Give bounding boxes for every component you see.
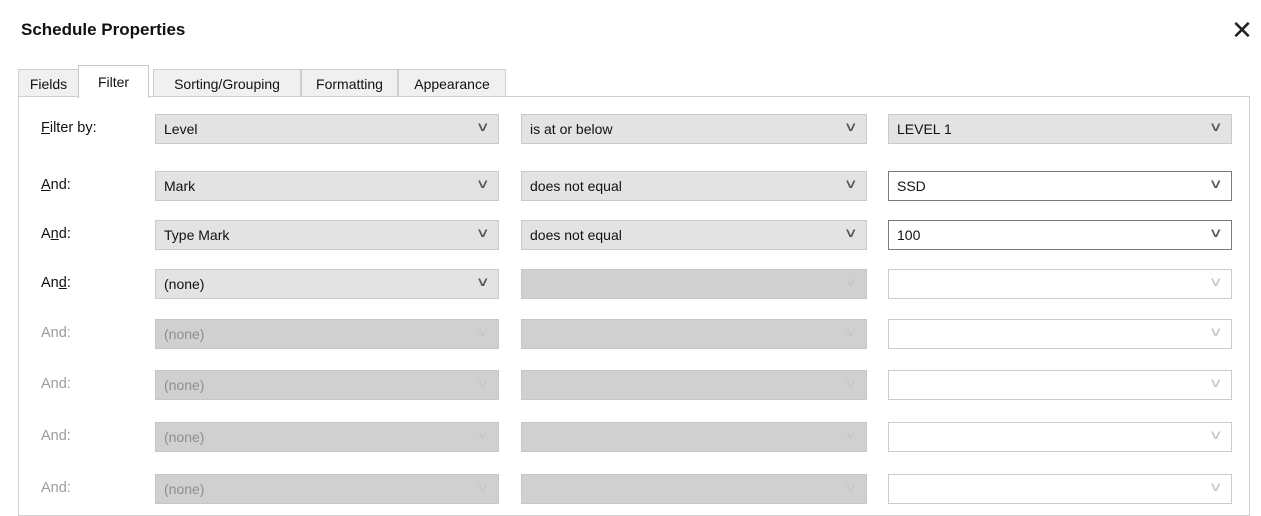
tab-fields[interactable]: Fields [18,69,79,97]
chevron-down-icon: ∨ [476,375,491,390]
chevron-down-icon: ∨ [844,324,859,339]
condition-dropdown[interactable]: does not equal ∨ [521,220,867,250]
field-dropdown[interactable]: Type Mark ∨ [155,220,499,250]
chevron-down-icon: ∨ [1209,427,1224,442]
value-dropdown[interactable]: 100 ∨ [888,220,1232,250]
condition-dropdown: ∨ [521,319,867,349]
and-label: And: [41,177,71,193]
title-bar: Schedule Properties ✕ [0,0,1261,62]
chevron-down-icon: ∨ [476,119,491,134]
chevron-down-icon: ∨ [476,176,491,191]
chevron-down-icon: ∨ [476,225,491,240]
tab-label: Filter [97,74,130,90]
chevron-down-icon: ∨ [1209,479,1224,494]
dropdown-value: is at or below [530,121,613,137]
value-dropdown: ∨ [888,269,1232,299]
tab-label: Fields [29,75,68,92]
chevron-down-icon: ∨ [844,176,859,191]
dropdown-value: Mark [164,178,196,194]
tab-filter[interactable]: Filter [78,65,149,98]
dropdown-value: (none) [164,481,205,497]
dropdown-value: (none) [164,377,205,393]
chevron-down-icon: ∨ [1209,375,1224,390]
and-label: And: [41,325,71,341]
and-label: And: [41,275,71,291]
chevron-down-icon: ∨ [1209,176,1224,191]
value-dropdown: ∨ [888,319,1232,349]
chevron-down-icon: ∨ [844,225,859,240]
chevron-down-icon: ∨ [1209,274,1224,289]
chevron-down-icon: ∨ [844,375,859,390]
condition-dropdown: ∨ [521,474,867,504]
window-title: Schedule Properties [21,20,186,39]
dropdown-value: (none) [164,276,205,292]
tab-sorting-grouping[interactable]: Sorting/Grouping [153,69,301,97]
and-label: And: [41,226,71,242]
dropdown-value: Type Mark [164,227,230,243]
chevron-down-icon: ∨ [1209,324,1224,339]
close-icon[interactable]: ✕ [1226,12,1258,48]
dropdown-value: SSD [897,178,926,194]
and-label: And: [41,480,71,496]
tab-formatting[interactable]: Formatting [301,69,398,97]
field-dropdown[interactable]: Mark ∨ [155,171,499,201]
chevron-down-icon: ∨ [1209,119,1224,134]
and-label: And: [41,376,71,392]
value-dropdown: ∨ [888,370,1232,400]
and-label: And: [41,428,71,444]
field-dropdown: (none) ∨ [155,319,499,349]
chevron-down-icon: ∨ [1209,225,1224,240]
value-dropdown[interactable]: LEVEL 1 ∨ [888,114,1232,144]
dropdown-value: does not equal [530,178,622,194]
condition-dropdown: ∨ [521,269,867,299]
value-dropdown[interactable]: SSD ∨ [888,171,1232,201]
value-dropdown: ∨ [888,474,1232,504]
value-dropdown: ∨ [888,422,1232,452]
filter-panel: Filter by: Level ∨ is at or below ∨ LEVEL 1 ∨ A… [18,96,1250,516]
condition-dropdown[interactable]: is at or below ∨ [521,114,867,144]
field-dropdown: (none) ∨ [155,422,499,452]
chevron-down-icon: ∨ [844,119,859,134]
filter-by-label: Filter by: [41,120,97,136]
condition-dropdown[interactable]: does not equal ∨ [521,171,867,201]
field-dropdown[interactable]: (none) ∨ [155,269,499,299]
dropdown-value: 100 [897,227,921,243]
dropdown-value: Level [164,121,198,137]
condition-dropdown: ∨ [521,422,867,452]
chevron-down-icon: ∨ [476,479,491,494]
tab-label: Formatting [316,75,383,92]
chevron-down-icon: ∨ [476,324,491,339]
dropdown-value: (none) [164,429,205,445]
field-dropdown: (none) ∨ [155,474,499,504]
chevron-down-icon: ∨ [844,274,859,289]
tab-label: Sorting/Grouping [174,75,280,92]
chevron-down-icon: ∨ [476,274,491,289]
tab-label: Appearance [414,75,490,92]
chevron-down-icon: ∨ [844,427,859,442]
chevron-down-icon: ∨ [844,479,859,494]
field-dropdown: (none) ∨ [155,370,499,400]
dropdown-value: LEVEL 1 [897,121,952,137]
chevron-down-icon: ∨ [476,427,491,442]
dropdown-value: does not equal [530,227,622,243]
field-dropdown[interactable]: Level ∨ [155,114,499,144]
tab-appearance[interactable]: Appearance [398,69,506,97]
dropdown-value: (none) [164,326,205,342]
condition-dropdown: ∨ [521,370,867,400]
